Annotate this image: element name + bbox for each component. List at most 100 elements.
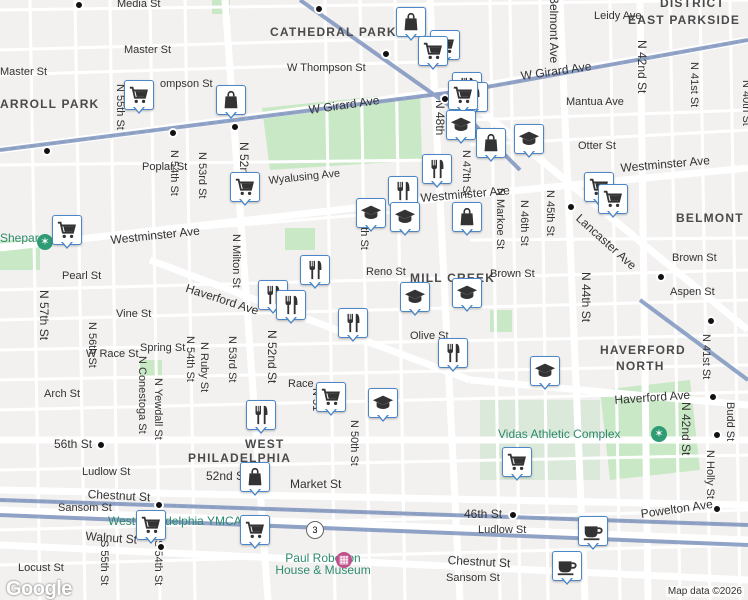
school-icon-marker[interactable] [368, 388, 398, 424]
street-label: Leidy Ave [594, 10, 642, 22]
marker-pointer [485, 154, 497, 162]
park-pin-icon[interactable]: ✶ [37, 234, 53, 250]
transit-station-icon[interactable] [708, 392, 718, 402]
transit-station-icon[interactable] [712, 504, 722, 514]
shopping-cart-icon-marker[interactable] [316, 382, 346, 418]
street-label: Brown St [672, 252, 717, 264]
restaurant-icon-marker[interactable] [438, 338, 468, 374]
street-label: Pearl St [62, 270, 102, 282]
restaurant-icon-marker[interactable] [246, 400, 276, 436]
street-label: Reno St [366, 266, 406, 278]
poi-label-ymca[interactable]: West Philadelphia YMCA [108, 515, 242, 527]
street-label: Budd St [724, 402, 736, 442]
transit-station-icon[interactable] [230, 122, 240, 132]
street-label: N 41st St [688, 62, 700, 108]
street-label: N 50th St [348, 420, 360, 466]
marker-pointer [427, 62, 439, 70]
coffee-icon-marker[interactable] [552, 551, 582, 587]
school-icon-marker[interactable] [356, 198, 386, 234]
street-label: N 44th St [579, 272, 593, 323]
marker-pointer [347, 334, 359, 342]
coffee-icon-marker[interactable] [578, 516, 608, 552]
street-label: Master St [0, 66, 48, 78]
street-label: Ludlow St [82, 466, 131, 478]
shopping-bag-icon-marker[interactable] [240, 462, 270, 498]
marker-pointer [561, 577, 573, 585]
marker-pointer [409, 308, 421, 316]
shopping-cart-icon-marker[interactable] [418, 36, 448, 72]
marker-pointer [405, 33, 417, 41]
street-label: N 53rd St [196, 152, 208, 199]
street-label: Aspen St [670, 286, 715, 298]
school-icon-marker[interactable] [530, 356, 560, 392]
map-canvas[interactable]: CATHEDRAL PARK EAST PARKSIDE BELMONT MIL… [0, 0, 748, 600]
shopping-cart-icon-marker[interactable] [136, 510, 166, 546]
museum-pin-icon[interactable]: ▦ [336, 552, 352, 568]
school-icon-marker[interactable] [390, 202, 420, 238]
shopping-cart-icon-marker[interactable] [124, 80, 154, 116]
restaurant-icon-marker[interactable] [276, 290, 306, 326]
transit-station-icon[interactable] [381, 49, 391, 59]
street-label: N 42nd St [679, 402, 693, 456]
street-label: Sansom St [58, 502, 112, 514]
street-label: Brown St [490, 268, 535, 280]
shopping-cart-icon-marker[interactable] [52, 215, 82, 251]
marker-pointer [249, 488, 261, 496]
marker-pointer [461, 304, 473, 312]
neighborhood-haverford: HAVERFORD [600, 343, 686, 357]
shopping-cart-icon-marker[interactable] [230, 172, 260, 208]
school-icon-marker[interactable] [446, 110, 476, 146]
marker-pointer [365, 224, 377, 232]
street-label: N 52nd St [265, 330, 279, 384]
marker-pointer [145, 536, 157, 544]
shopping-bag-icon-marker[interactable] [476, 128, 506, 164]
shopping-cart-icon-marker[interactable] [240, 515, 270, 551]
marker-pointer [285, 316, 297, 324]
school-icon-marker[interactable] [514, 124, 544, 160]
transit-station-icon[interactable] [96, 440, 106, 450]
transit-station-icon[interactable] [314, 4, 324, 14]
shopping-cart-icon-marker[interactable] [502, 447, 532, 483]
transit-station-icon[interactable] [168, 128, 178, 138]
street-label: Otter St [578, 140, 616, 152]
street-label: N 48th [433, 100, 447, 136]
street-label: N 46th St [518, 200, 530, 246]
neighborhood-district: DISTRICT [660, 0, 725, 10]
street-label: Belmont Ave [547, 0, 561, 64]
transit-station-icon[interactable] [712, 430, 722, 440]
poi-label-robeson[interactable]: Paul Robeson House & Museum [268, 552, 378, 576]
park-pin-icon[interactable]: ✶ [651, 426, 667, 442]
poi-label-vidas[interactable]: Vidas Athletic Complex [498, 428, 621, 440]
transit-station-icon[interactable] [566, 202, 576, 212]
marker-pointer [61, 241, 73, 249]
school-icon-marker[interactable] [400, 282, 430, 318]
street-label: N Milton St [230, 234, 242, 288]
marker-pointer [511, 473, 523, 481]
transit-station-icon[interactable] [74, 0, 84, 10]
street-label: N 45th St [544, 190, 556, 236]
restaurant-icon-marker[interactable] [422, 154, 452, 190]
transit-station-icon[interactable] [706, 316, 716, 326]
marker-pointer [455, 136, 467, 144]
street-label: Mantua Ave [566, 96, 624, 108]
street-label: N 42nd St [635, 40, 649, 94]
shopping-cart-icon-marker[interactable] [598, 184, 628, 220]
street-label: Vine St [116, 308, 152, 320]
transit-station-icon[interactable] [154, 500, 164, 510]
neighborhood-cathedral-park: CATHEDRAL PARK [270, 25, 397, 39]
street-label: Chestnut St [447, 553, 511, 571]
restaurant-icon-marker[interactable] [338, 308, 368, 344]
transit-station-icon[interactable] [656, 272, 666, 282]
google-logo[interactable]: Google [6, 578, 72, 600]
marker-pointer [255, 426, 267, 434]
map-attribution[interactable]: Map data ©2026 [665, 586, 744, 597]
transit-station-icon[interactable] [42, 146, 52, 156]
restaurant-icon-marker[interactable] [300, 255, 330, 291]
school-icon-marker[interactable] [452, 278, 482, 314]
shopping-bag-icon-marker[interactable] [452, 202, 482, 238]
shopping-bag-icon-marker[interactable] [216, 85, 246, 121]
transit-station-icon[interactable] [508, 510, 518, 520]
poi-label-shepard[interactable]: Shepard Recreation Center [0, 232, 42, 244]
street-label: Master St [124, 44, 172, 56]
street-label: 46th St [464, 507, 503, 521]
